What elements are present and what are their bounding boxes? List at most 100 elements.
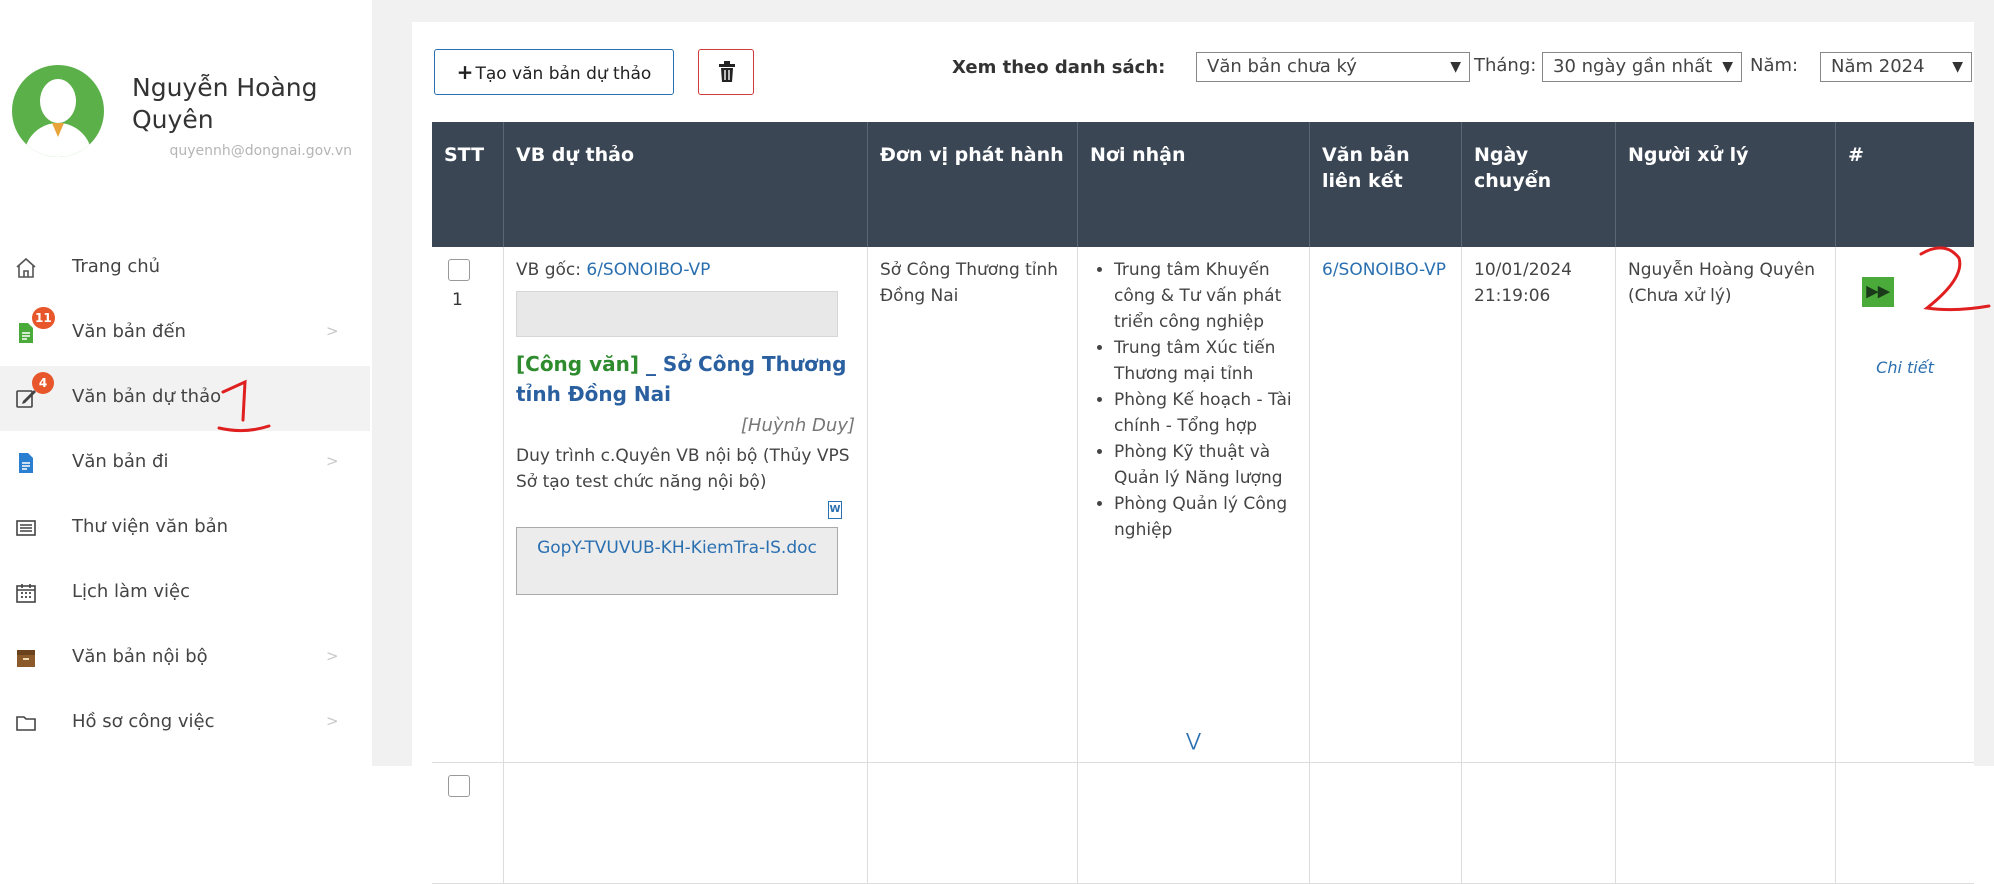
row-number: 1 (452, 290, 463, 310)
chevron-right-icon: > (326, 452, 339, 470)
sidebar-item-label: Văn bản đến (72, 321, 186, 342)
sidebar-item-outgoing[interactable]: Văn bản đi > (0, 431, 370, 496)
sidebar-item-home[interactable]: Trang chủ (0, 236, 370, 301)
redacted-box (516, 291, 838, 337)
create-draft-label: Tạo văn bản dự thảo (475, 64, 652, 84)
sidebar-item-label: Hồ sơ công việc (72, 711, 215, 732)
list-item: Phòng Quản lý Công nghiệp (1114, 491, 1297, 543)
transfer-date: 10/01/2024 21:19:06 (1474, 260, 1572, 306)
fast-forward-icon: ▶▶ (1866, 283, 1890, 300)
cell-actions: ▶▶ Chi tiết (1836, 247, 1974, 762)
chevron-right-icon: > (326, 712, 339, 730)
cell-draft: VB gốc: 6/SONOIBO-VP [Công văn] _ Sở Côn… (504, 247, 868, 762)
issuer-text: Sở Công Thương tỉnh Đồng Nai (880, 260, 1059, 306)
detail-link[interactable]: Chi tiết (1836, 355, 1974, 381)
folder-icon (16, 716, 36, 731)
row-checkbox[interactable] (448, 775, 470, 797)
table-row: 1 VB gốc: 6/SONOIBO-VP [Công văn] _ Sở C… (432, 247, 1974, 763)
column-header-date: Ngày chuyển (1462, 122, 1616, 247)
cell-linked: 6/SONOIBO-VP (1310, 247, 1462, 762)
word-file-icon: W (828, 501, 842, 519)
cell-draft (504, 763, 868, 883)
sidebar-item-drafts[interactable]: 4 Văn bản dự thảo (0, 366, 370, 431)
list-item: Trung tâm Khuyến công & Tư vấn phát triể… (1114, 257, 1297, 335)
doc-type: [Công văn] (516, 352, 639, 376)
double-chevron-down-icon[interactable]: ⋁ (1078, 728, 1309, 754)
handler-text: Nguyễn Hoàng Quyên (Chưa xử lý) (1628, 260, 1815, 306)
table-row (432, 763, 1974, 884)
sidebar-item-label: Lịch làm việc (72, 581, 190, 602)
cell-actions (1836, 763, 1974, 883)
table-header: STT VB dự thảo Đơn vị phát hành Nơi nhận… (432, 122, 1974, 247)
attachment-file[interactable]: GopY-TVUVUB-KH-KiemTra-IS.doc (516, 527, 838, 595)
cell-stt: 1 (432, 247, 504, 762)
chevron-down-icon: ▼ (1722, 59, 1733, 75)
sidebar: Nguyễn Hoàng Quyên quyennh@dongnai.gov.v… (0, 0, 370, 766)
plus-icon: + (456, 60, 474, 84)
drafts-count-badge: 4 (32, 372, 54, 394)
recipient-list: Trung tâm Khuyến công & Tư vấn phát triể… (1090, 257, 1297, 543)
linked-doc-link[interactable]: 6/SONOIBO-VP (1322, 260, 1446, 280)
cell-date: 10/01/2024 21:19:06 (1462, 247, 1616, 762)
year-filter-value: Năm 2024 (1831, 56, 1925, 77)
cell-stt (432, 763, 504, 883)
sidebar-item-label: Văn bản dự thảo (72, 386, 222, 407)
user-email: quyennh@dongnai.gov.vn (169, 143, 352, 159)
user-profile: Nguyễn Hoàng Quyên quyennh@dongnai.gov.v… (0, 0, 370, 180)
draft-list-panel: + Tạo văn bản dự thảo Xem theo danh sách:… (412, 22, 1974, 884)
user-name: Nguyễn Hoàng Quyên (132, 73, 318, 134)
sidebar-item-label: Văn bản nội bộ (72, 646, 208, 667)
month-filter-select[interactable]: 30 ngày gần nhất ▼ (1542, 52, 1742, 82)
list-filter-value: Văn bản chưa ký (1207, 56, 1357, 77)
avatar[interactable] (12, 65, 104, 157)
doc-summary: Duy trình c.Quyên VB nội bộ (Thủy VPS Sở… (516, 446, 850, 492)
cell-date (1462, 763, 1616, 883)
column-header-recipients: Nơi nhận (1078, 122, 1310, 247)
sidebar-item-label: Trang chủ (72, 256, 161, 277)
forward-button[interactable]: ▶▶ (1862, 277, 1894, 307)
sidebar-item-internal[interactable]: Văn bản nội bộ > (0, 626, 370, 691)
home-icon (16, 257, 36, 278)
cell-handler (1616, 763, 1836, 883)
cell-issuer (868, 763, 1078, 883)
sidebar-item-incoming[interactable]: 11 Văn bản đến > (0, 301, 370, 366)
incoming-count-badge: 11 (32, 307, 55, 329)
outgoing-document-icon (19, 453, 33, 473)
column-header-handler: Người xử lý (1616, 122, 1836, 247)
sidebar-item-label: Văn bản đi (72, 451, 169, 472)
cell-handler: Nguyễn Hoàng Quyên (Chưa xử lý) (1616, 247, 1836, 762)
column-header-stt: STT (432, 122, 504, 247)
sidebar-item-calendar[interactable]: Lịch làm việc (0, 561, 370, 626)
year-label: Năm: (1750, 55, 1799, 76)
row-checkbox[interactable] (448, 259, 470, 281)
sidebar-item-label: Thư viện văn bản (72, 516, 229, 537)
original-doc-label: VB gốc: (516, 260, 581, 280)
chevron-right-icon: > (326, 322, 339, 340)
list-item: Phòng Kế hoạch - Tài chính - Tổng hợp (1114, 387, 1297, 439)
cell-recipients: Trung tâm Khuyến công & Tư vấn phát triể… (1078, 247, 1310, 762)
archive-box-icon (17, 650, 35, 667)
list-filter-select[interactable]: Văn bản chưa ký ▼ (1196, 52, 1470, 82)
calendar-icon (16, 584, 36, 603)
sidebar-item-work-files[interactable]: Hồ sơ công việc > (0, 691, 370, 756)
column-header-issuer: Đơn vị phát hành (868, 122, 1078, 247)
delete-button[interactable] (698, 49, 754, 95)
doc-title[interactable]: [Công văn] _ Sở Công Thương tỉnh Đồng Na… (516, 349, 855, 409)
filter-label: Xem theo danh sách: (952, 57, 1166, 78)
cell-recipients (1078, 763, 1310, 883)
year-filter-select[interactable]: Năm 2024 ▼ (1820, 52, 1972, 82)
chevron-down-icon: ▼ (1450, 59, 1461, 75)
create-draft-button[interactable]: + Tạo văn bản dự thảo (434, 49, 674, 95)
sidebar-item-library[interactable]: Thư viện văn bản (0, 496, 370, 561)
toolbar: + Tạo văn bản dự thảo Xem theo danh sách:… (412, 22, 1974, 122)
attachment-file-link[interactable]: GopY-TVUVUB-KH-KiemTra-IS.doc (537, 538, 817, 558)
chevron-right-icon: > (326, 647, 339, 665)
library-icon (16, 520, 36, 536)
chevron-down-icon: ▼ (1952, 59, 1963, 75)
main-content: + Tạo văn bản dự thảo Xem theo danh sách:… (372, 0, 1994, 884)
sidebar-menu: Trang chủ 11 Văn bản đến > 4 Văn bản dự … (0, 236, 370, 756)
column-header-linked: Văn bản liên kết (1310, 122, 1462, 247)
original-doc-link[interactable]: 6/SONOIBO-VP (586, 260, 710, 280)
month-label: Tháng: (1474, 55, 1537, 76)
column-header-draft: VB dự thảo (504, 122, 868, 247)
